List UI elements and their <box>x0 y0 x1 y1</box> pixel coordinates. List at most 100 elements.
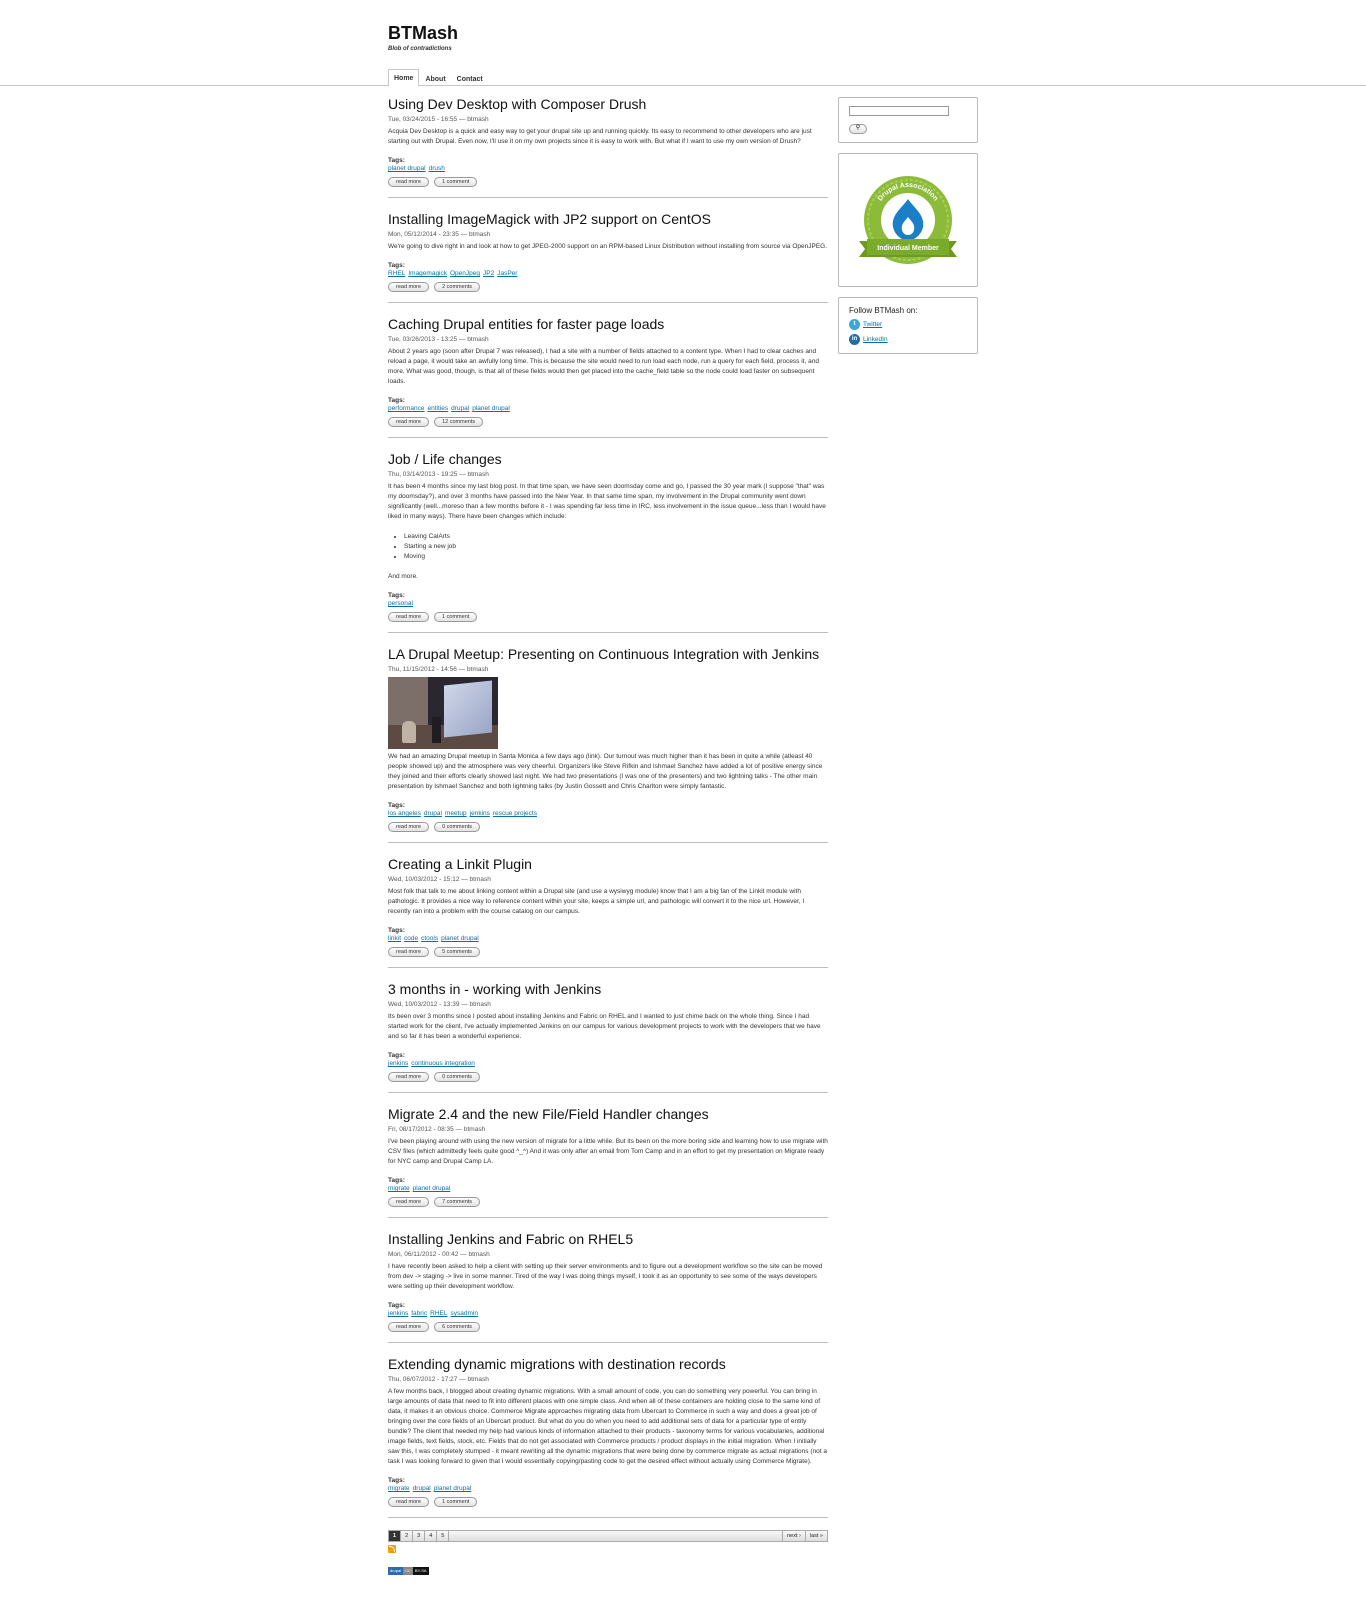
pager-next[interactable]: next › <box>783 1531 806 1541</box>
tags-label: Tags: <box>388 927 405 934</box>
comments-button[interactable]: 1 comment <box>434 1497 478 1507</box>
read-more-button[interactable]: read more <box>388 1072 430 1082</box>
tag-link[interactable]: OpenJpeg <box>450 270 480 277</box>
pager-page[interactable]: 3 <box>413 1531 426 1541</box>
drupal-association-member-badge-icon[interactable]: Drupal Association Individual Member <box>853 165 963 275</box>
node-links: read more 0 comments <box>388 822 828 832</box>
tag-link[interactable]: planet drupal <box>472 405 510 412</box>
linkedin-link[interactable]: LinkedIn <box>863 336 888 343</box>
pager-page[interactable]: 1 <box>389 1531 402 1541</box>
read-more-button[interactable]: read more <box>388 177 430 187</box>
node-links: read more 5 comments <box>388 947 828 957</box>
node-submitted: Mon, 06/11/2012 - 00:42 — btmash <box>388 1251 490 1258</box>
tag-link[interactable]: linkit <box>388 935 401 942</box>
tag-link[interactable]: RHEL <box>430 1310 447 1317</box>
tags-label: Tags: <box>388 802 405 809</box>
node-submitted: Wed, 10/03/2012 - 13:39 — btmash <box>388 1001 491 1008</box>
node-links: read more 6 comments <box>388 1322 828 1332</box>
pager-last[interactable]: last » <box>806 1531 827 1541</box>
comments-button[interactable]: 12 comments <box>434 417 484 427</box>
tab-contact[interactable]: Contact <box>452 73 488 86</box>
node-title[interactable]: Migrate 2.4 and the new File/Field Handl… <box>388 1105 828 1123</box>
read-more-button[interactable]: read more <box>388 1497 430 1507</box>
node-submitted: Thu, 03/14/2013 - 19:25 — btmash <box>388 471 489 478</box>
drupal-powered-badge[interactable]: drupal <box>388 1567 404 1575</box>
license-badge[interactable]: BY-SA <box>412 1567 429 1575</box>
tag-link[interactable]: jenkins <box>470 810 490 817</box>
tag-link[interactable]: jenkins <box>388 1310 408 1317</box>
tags-label: Tags: <box>388 1052 405 1059</box>
node-title[interactable]: Extending dynamic migrations with destin… <box>388 1355 828 1373</box>
tag-link[interactable]: planet drupal <box>434 1485 472 1492</box>
tag-link[interactable]: personal <box>388 600 413 607</box>
pager-page[interactable]: 2 <box>401 1531 414 1541</box>
twitter-link[interactable]: Twitter <box>863 321 882 328</box>
comments-button[interactable]: 2 comments <box>434 282 481 292</box>
pager-spacer <box>449 1531 784 1541</box>
comments-button[interactable]: 5 comments <box>434 947 481 957</box>
tag-link[interactable]: ctools <box>421 935 438 942</box>
tab-about[interactable]: About <box>420 73 450 86</box>
node-title[interactable]: Installing Jenkins and Fabric on RHEL5 <box>388 1230 828 1248</box>
comments-button[interactable]: 6 comments <box>434 1322 481 1332</box>
node-title[interactable]: 3 months in - working with Jenkins <box>388 980 828 998</box>
tag-link[interactable]: planet drupal <box>413 1185 451 1192</box>
tag-link[interactable]: drupal <box>451 405 469 412</box>
tag-link[interactable]: migrate <box>388 1185 410 1192</box>
blog-node: Installing ImageMagick with JP2 support … <box>388 210 828 303</box>
tag-link[interactable]: planet drupal <box>388 165 426 172</box>
node-title[interactable]: LA Drupal Meetup: Presenting on Continuo… <box>388 645 828 663</box>
rss-feed-icon[interactable] <box>388 1545 396 1553</box>
tag-link[interactable]: JP2 <box>483 270 494 277</box>
read-more-button[interactable]: read more <box>388 612 430 622</box>
social-linkedin[interactable]: in LinkedIn <box>849 334 967 345</box>
tag-link[interactable]: jenkins <box>388 1060 408 1067</box>
tag-link[interactable]: los angeles <box>388 810 421 817</box>
search-button[interactable]: ⚲ <box>849 123 867 134</box>
node-title[interactable]: Creating a Linkit Plugin <box>388 855 828 873</box>
tag-link[interactable]: fabric <box>411 1310 427 1317</box>
comments-button[interactable]: 1 comment <box>434 612 478 622</box>
pager-page[interactable]: 4 <box>425 1531 438 1541</box>
tag-link[interactable]: meetup <box>445 810 467 817</box>
tab-home[interactable]: Home <box>388 69 420 87</box>
tag-link[interactable]: migrate <box>388 1485 410 1492</box>
tag-link[interactable]: drupal <box>424 810 442 817</box>
comments-button[interactable]: 1 comment <box>434 177 478 187</box>
read-more-button[interactable]: read more <box>388 822 430 832</box>
tag-link[interactable]: performance <box>388 405 425 412</box>
tag-link[interactable]: RHEL <box>388 270 405 277</box>
meetup-photo[interactable] <box>388 677 498 749</box>
read-more-button[interactable]: read more <box>388 1322 430 1332</box>
search-input[interactable] <box>849 106 949 116</box>
tag-link[interactable]: code <box>404 935 418 942</box>
comments-button[interactable]: 0 comments <box>434 822 481 832</box>
tag-link[interactable]: planet drupal <box>441 935 479 942</box>
tag-link[interactable]: drush <box>429 165 445 172</box>
read-more-button[interactable]: read more <box>388 1197 430 1207</box>
tag-link[interactable]: JasPer <box>497 270 517 277</box>
tag-link[interactable]: continuous integration <box>411 1060 475 1067</box>
comments-button[interactable]: 7 comments <box>434 1197 481 1207</box>
node-submitted: Thu, 11/15/2012 - 14:56 — btmash <box>388 666 489 673</box>
tag-list: jenkins continuous integration <box>388 1059 828 1069</box>
tag-link[interactable]: Imagemagick <box>408 270 447 277</box>
cc-badge[interactable]: CC <box>403 1567 413 1575</box>
node-title[interactable]: Caching Drupal entities for faster page … <box>388 315 828 333</box>
read-more-button[interactable]: read more <box>388 417 430 427</box>
node-title[interactable]: Using Dev Desktop with Composer Drush <box>388 95 828 113</box>
comments-button[interactable]: 0 comments <box>434 1072 481 1082</box>
tag-link[interactable]: sysadmin <box>450 1310 477 1317</box>
node-title[interactable]: Job / Life changes <box>388 450 828 468</box>
social-twitter[interactable]: t Twitter <box>849 319 967 330</box>
sidebar: ⚲ Drupal Association Individual Member F… <box>838 97 978 364</box>
read-more-button[interactable]: read more <box>388 282 430 292</box>
tag-link[interactable]: entities <box>428 405 449 412</box>
tag-link[interactable]: drupal <box>413 1485 431 1492</box>
read-more-button[interactable]: read more <box>388 947 430 957</box>
node-title[interactable]: Installing ImageMagick with JP2 support … <box>388 210 828 228</box>
node-links: read more 1 comment <box>388 177 828 187</box>
site-name[interactable]: BTMash <box>388 23 458 44</box>
pager-page[interactable]: 5 <box>437 1531 450 1541</box>
tag-link[interactable]: rescue projects <box>493 810 537 817</box>
